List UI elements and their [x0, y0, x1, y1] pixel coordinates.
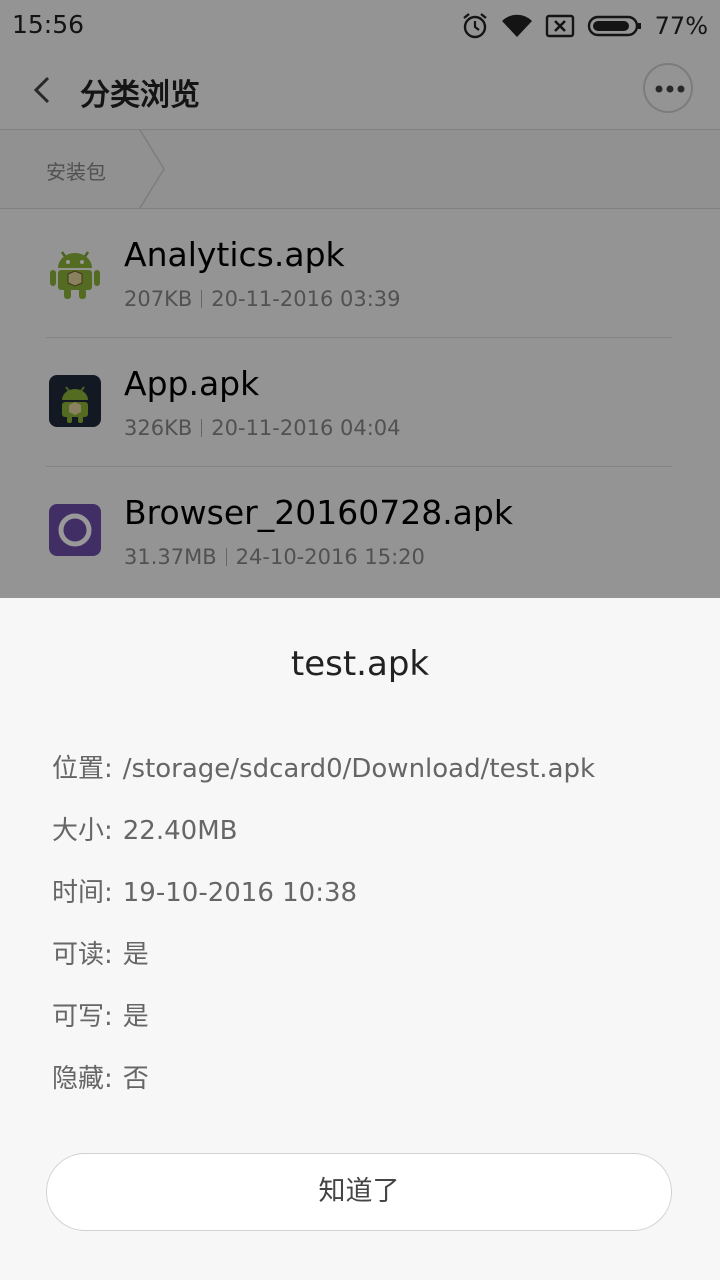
property-writable: 可写: 是: [52, 1002, 149, 1032]
property-location: 位置:/storage/sdcard0/Download/test.apk: [52, 754, 596, 784]
confirm-button[interactable]: 知道了: [46, 1153, 672, 1231]
property-time: 时间: 19-10-2016 10:38: [52, 878, 358, 908]
property-size: 大小: 22.40MB: [52, 816, 238, 846]
property-readable: 可读: 是: [52, 940, 149, 970]
dialog-title: test.apk: [290, 644, 430, 684]
file-properties: 位置:/storage/sdcard0/Download/test.apk 大小…: [52, 748, 595, 1120]
property-hidden: 隐藏: 否: [52, 1064, 149, 1094]
dialog-scrim[interactable]: [0, 0, 720, 598]
file-info-dialog: test.apk 位置:/storage/sdcard0/Download/te…: [0, 598, 720, 1280]
